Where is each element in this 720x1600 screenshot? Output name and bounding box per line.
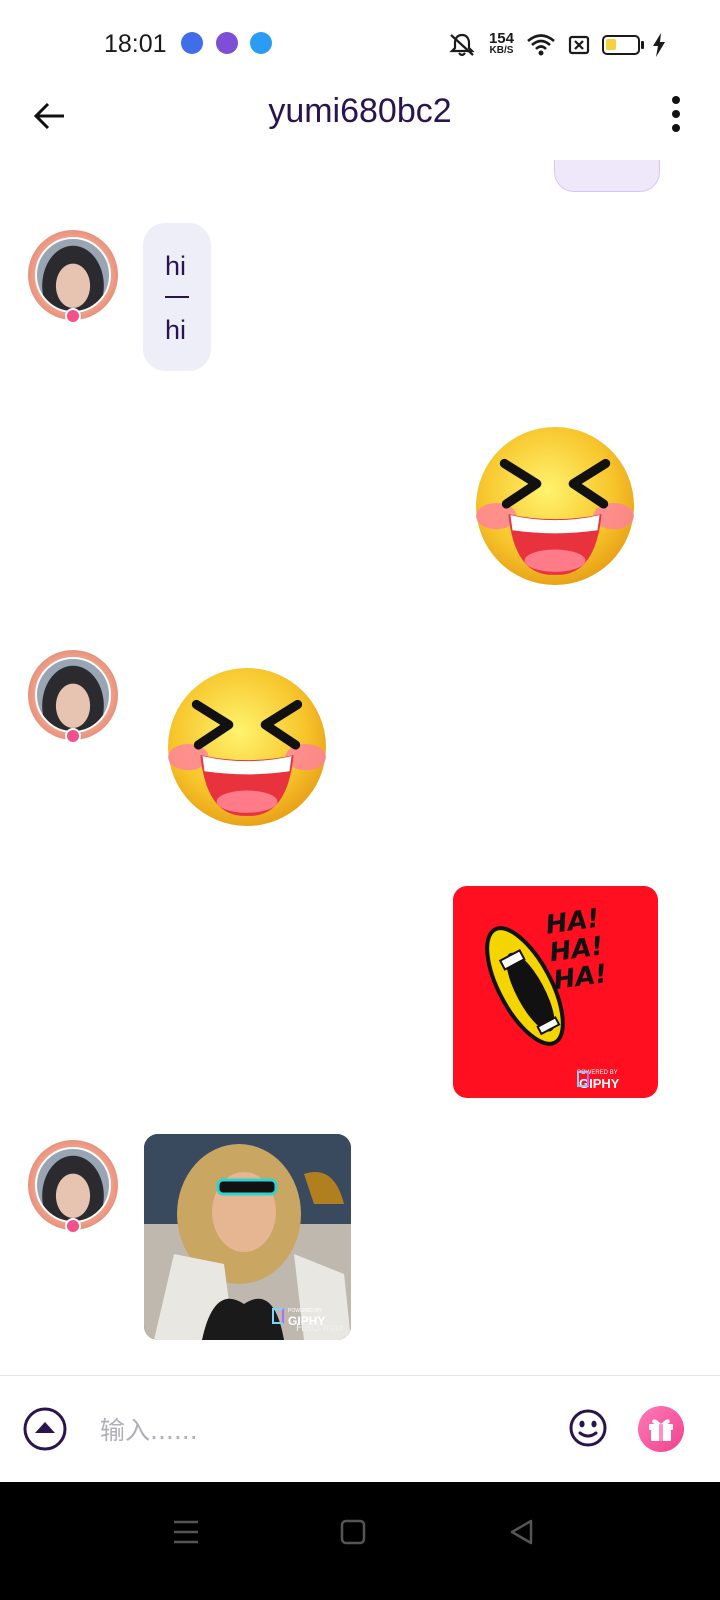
chat-title: yumi680bc2	[268, 92, 452, 130]
laughing-face-emoji[interactable]	[474, 425, 636, 587]
message-text-line: hi	[165, 251, 187, 281]
net-speed-value: 154	[488, 30, 514, 47]
wifi-icon	[527, 34, 555, 56]
giphy-gif[interactable]: POWERED BY GIPHY HBO max	[144, 1134, 351, 1340]
status-bar: 18:01 154 KB/S	[0, 0, 720, 90]
chat-screen: 18:01 154 KB/S yumi680bc2 hi hi HA! HA! …	[0, 0, 720, 1600]
smiley-icon[interactable]	[568, 1408, 608, 1448]
giphy-logo-icon	[272, 1308, 284, 1324]
mute-bell-icon	[449, 33, 475, 57]
home-square-icon[interactable]	[331, 1510, 375, 1554]
avatar-badge	[65, 308, 81, 324]
charging-icon	[653, 33, 665, 57]
message-text-line: hi	[165, 315, 187, 345]
chevron-up-circle-icon[interactable]	[22, 1406, 68, 1452]
sim-x-icon	[568, 35, 590, 55]
message-input-bar	[0, 1375, 720, 1482]
laughing-face-emoji[interactable]	[166, 666, 328, 828]
avatar[interactable]	[28, 230, 118, 324]
status-icons: 154 KB/S	[447, 30, 666, 60]
baidu-app-icon	[181, 32, 203, 54]
blue-app-icon	[250, 32, 272, 54]
status-time: 18:01	[104, 30, 167, 58]
message-input[interactable]	[100, 1404, 540, 1456]
system-nav-bar	[0, 1482, 720, 1600]
menu-icon[interactable]	[164, 1510, 208, 1554]
message-divider	[165, 296, 189, 298]
purple-app-icon	[216, 32, 238, 54]
back-triangle-icon[interactable]	[500, 1510, 544, 1554]
sticker-caption: HA! HA! HA!	[543, 903, 610, 997]
giphy-sticker[interactable]: HA! HA! HA! POWERED BY GIPHY	[453, 886, 658, 1098]
avatar[interactable]	[28, 650, 118, 744]
gift-icon	[649, 1419, 673, 1441]
avatar[interactable]	[28, 1140, 118, 1234]
avatar-badge	[65, 728, 81, 744]
hbomax-watermark: HBO max	[296, 1322, 344, 1334]
net-speed: 154 KB/S	[488, 30, 514, 57]
gift-button[interactable]	[638, 1406, 684, 1452]
message-bubble-text[interactable]: hi hi	[143, 223, 211, 371]
message-bubble-partial	[554, 160, 660, 192]
message-list[interactable]: hi hi HA! HA! HA! POWERED BY GIPHY POWER…	[0, 160, 720, 1375]
avatar-badge	[65, 1218, 81, 1234]
giphy-logo-icon	[577, 1071, 589, 1087]
chat-header: yumi680bc2	[0, 80, 720, 150]
battery-icon	[602, 35, 644, 55]
more-vertical-icon[interactable]	[668, 94, 684, 134]
net-speed-unit: KB/S	[489, 45, 514, 56]
